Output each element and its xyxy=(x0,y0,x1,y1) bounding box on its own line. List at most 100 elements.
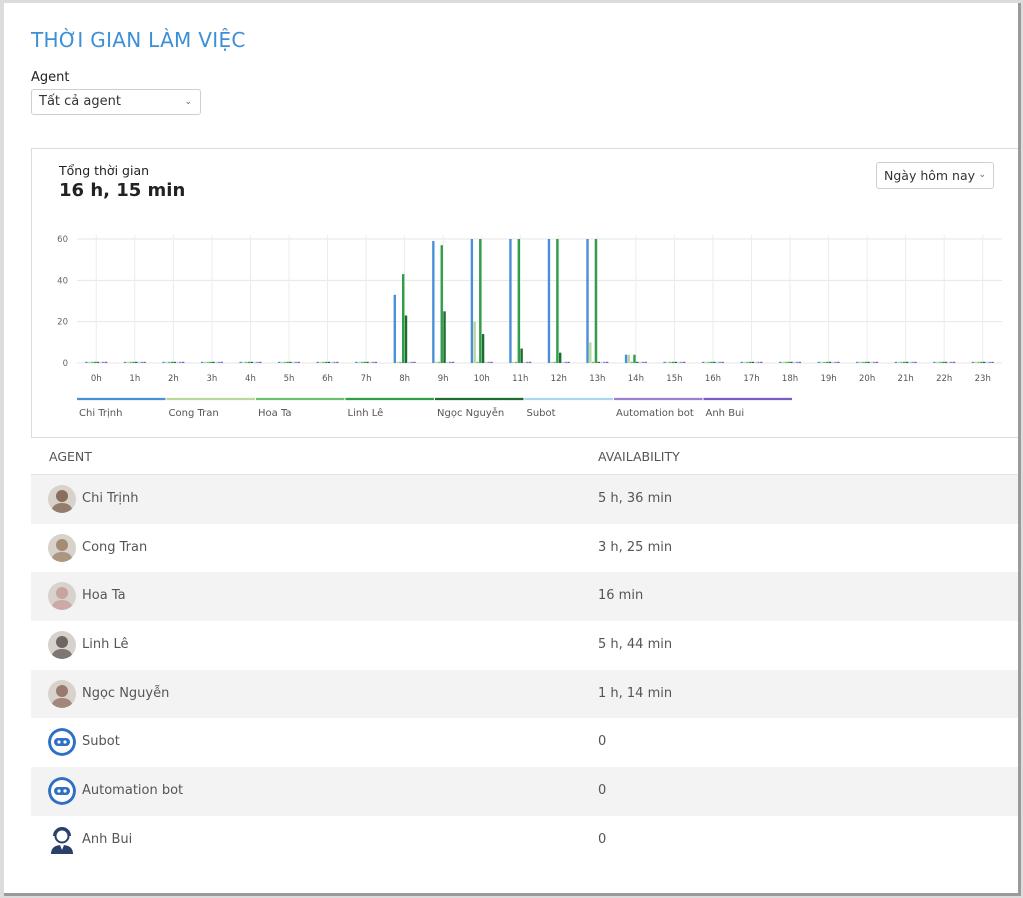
bar xyxy=(760,361,763,363)
bar xyxy=(297,361,300,363)
bar xyxy=(666,361,669,363)
agent-name: Cong Tran xyxy=(82,539,148,555)
bar xyxy=(823,361,826,363)
table-row[interactable]: Automation bot 0 xyxy=(31,767,1018,816)
bar xyxy=(900,361,903,363)
legend-label: Automation bot xyxy=(616,408,694,419)
bar xyxy=(861,361,865,363)
legend-label: Hoa Ta xyxy=(258,408,292,419)
bar xyxy=(434,361,438,363)
agent-name: Automation bot xyxy=(82,783,184,799)
table-header: AGENT AVAILABILITY xyxy=(31,440,1018,475)
bar xyxy=(682,361,686,363)
bar xyxy=(831,361,834,363)
bar xyxy=(713,361,716,363)
bar xyxy=(316,361,319,363)
bar xyxy=(446,361,449,363)
user-photo-avatar xyxy=(48,533,76,562)
support-agent-icon xyxy=(48,826,76,854)
bar xyxy=(908,361,912,363)
bar xyxy=(473,321,476,363)
bar xyxy=(451,361,455,363)
bar xyxy=(366,361,369,363)
bar xyxy=(605,361,609,363)
bar xyxy=(132,361,135,363)
bar xyxy=(597,361,600,363)
bar xyxy=(680,361,683,363)
x-tick-label: 7h xyxy=(361,374,372,384)
table-row[interactable]: Hoa Ta 16 min xyxy=(31,572,1018,622)
bar xyxy=(357,361,361,363)
bar xyxy=(517,239,521,363)
bar xyxy=(443,311,446,363)
bar xyxy=(828,361,832,363)
page-title: THỜI GIAN LÀM VIỆC xyxy=(31,28,246,52)
x-tick-label: 9h xyxy=(438,374,449,384)
bar xyxy=(938,361,942,363)
agent-availability: 3 h, 25 min xyxy=(598,539,673,555)
date-range-value: Ngày hôm nay xyxy=(884,168,976,183)
bar xyxy=(96,361,99,363)
bar xyxy=(905,361,909,363)
bar xyxy=(102,361,105,363)
agent-filter-dropdown[interactable]: Tất cả agent ⌄ xyxy=(31,89,201,115)
bar xyxy=(484,361,488,363)
table-body: Chi Trịnh 5 h, 36 min Cong Tran 3 h, 25 min… xyxy=(31,475,1018,865)
bar xyxy=(479,239,482,363)
bar xyxy=(817,361,820,363)
bar xyxy=(286,361,289,363)
bar xyxy=(371,361,375,363)
bar xyxy=(553,361,556,363)
bar xyxy=(514,361,518,363)
bar xyxy=(627,354,631,363)
table-row[interactable]: Subot 0 xyxy=(31,718,1018,767)
bar xyxy=(594,239,598,363)
table-row[interactable]: Cong Tran 3 h, 25 min xyxy=(31,524,1018,573)
x-tick-label: 20h xyxy=(859,374,875,384)
x-tick-label: 8h xyxy=(399,374,410,384)
x-tick-label: 21h xyxy=(898,374,914,384)
bar xyxy=(170,361,174,363)
bar xyxy=(93,361,97,363)
bar xyxy=(203,361,207,363)
bar xyxy=(330,361,333,363)
table-row[interactable]: Chi Trịnh 5 h, 36 min xyxy=(31,475,1018,524)
bar xyxy=(137,361,141,363)
y-tick-label: 60 xyxy=(57,235,68,245)
bar xyxy=(589,342,592,363)
bar xyxy=(701,361,705,363)
bar xyxy=(982,361,986,363)
agent-name: Hoa Ta xyxy=(82,588,126,604)
table-row[interactable]: Ngọc Nguyễn 1 h, 14 min xyxy=(31,669,1018,719)
bar xyxy=(834,361,837,363)
table-row[interactable]: Anh Bui 0 xyxy=(31,816,1018,865)
bar xyxy=(641,361,645,363)
x-tick-label: 22h xyxy=(936,374,952,384)
bar xyxy=(949,361,953,363)
table-row[interactable]: Linh Lê 5 h, 44 min xyxy=(31,621,1018,670)
bar xyxy=(586,239,589,363)
bar xyxy=(135,361,138,363)
bar xyxy=(167,361,171,363)
x-tick-label: 11h xyxy=(512,374,528,384)
y-tick-label: 40 xyxy=(57,276,68,286)
bar xyxy=(935,361,939,363)
bar xyxy=(470,239,474,363)
bar xyxy=(360,361,364,363)
y-tick-label: 0 xyxy=(63,359,68,369)
date-range-dropdown[interactable]: Ngày hôm nay ⌄ xyxy=(876,162,994,189)
bar xyxy=(674,361,677,363)
x-tick-label: 15h xyxy=(666,374,682,384)
agent-availability: 0 xyxy=(598,783,607,799)
bar xyxy=(933,361,936,363)
bar xyxy=(242,361,245,363)
bar xyxy=(291,361,295,363)
bar xyxy=(746,361,749,363)
bar xyxy=(369,361,372,363)
bar xyxy=(239,361,242,363)
agent-availability-table: AGENT AVAILABILITY Chi Trịnh 5 h, 36 min C… xyxy=(31,440,1018,865)
bar xyxy=(903,361,906,363)
bar xyxy=(798,361,802,363)
bar xyxy=(781,361,785,363)
bar xyxy=(259,361,262,363)
